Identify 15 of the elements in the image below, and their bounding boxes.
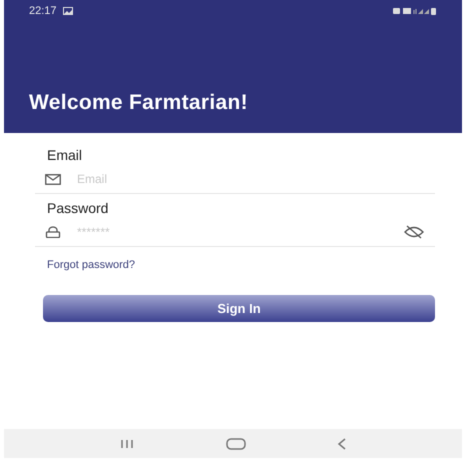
eye-off-icon[interactable] xyxy=(403,225,425,239)
image-icon xyxy=(62,7,73,15)
home-icon[interactable] xyxy=(226,438,246,450)
forgot-password-link[interactable]: Forgot password? xyxy=(47,259,136,271)
welcome-title: Welcome Farmtarian! xyxy=(29,91,249,115)
sign-in-button[interactable]: Sign In xyxy=(43,295,435,322)
field-label: Password xyxy=(47,200,110,216)
mail-icon xyxy=(45,174,61,184)
lock-icon xyxy=(45,226,61,238)
input-field[interactable]: ******* xyxy=(77,225,387,239)
status-icons-drawing xyxy=(393,7,437,15)
back-icon[interactable] xyxy=(336,438,347,450)
field-label: Email xyxy=(47,147,84,163)
status-time: 22:17 xyxy=(29,5,57,17)
recent-apps-icon[interactable] xyxy=(119,438,136,448)
